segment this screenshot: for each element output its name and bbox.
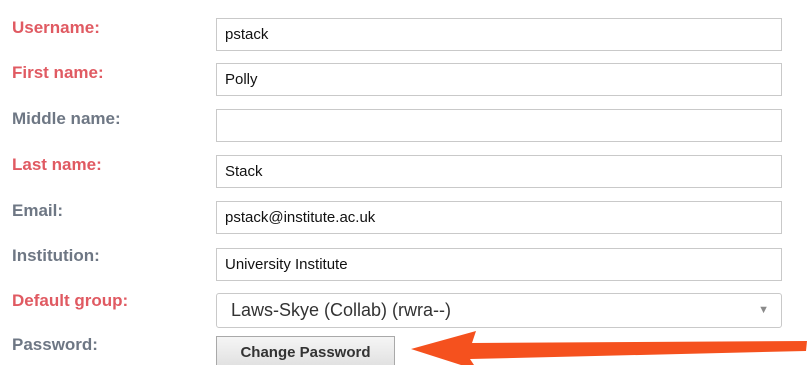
email-label: Email: <box>12 201 64 220</box>
last-name-label: Last name: <box>12 155 102 174</box>
change-password-button[interactable]: Change Password <box>216 336 395 365</box>
last-name-input[interactable] <box>216 155 782 188</box>
email-input[interactable] <box>216 201 782 234</box>
institution-input[interactable] <box>216 248 782 281</box>
middle-name-input[interactable] <box>216 109 782 142</box>
institution-label: Institution: <box>12 246 100 265</box>
password-label: Password: <box>12 335 98 354</box>
middle-name-label: Middle name: <box>12 109 121 128</box>
username-label: Username: <box>12 18 100 37</box>
user-profile-form: Username: First name: Middle name: Last … <box>0 0 811 365</box>
default-group-selected-value: Laws-Skye (Collab) (rwra--) <box>231 300 452 320</box>
username-input[interactable] <box>216 18 782 51</box>
chevron-down-icon: ▼ <box>758 304 769 316</box>
default-group-select[interactable]: Laws-Skye (Collab) (rwra--) ▼ <box>216 293 782 328</box>
first-name-input[interactable] <box>216 63 782 96</box>
first-name-label: First name: <box>12 63 104 82</box>
default-group-label: Default group: <box>12 291 129 310</box>
